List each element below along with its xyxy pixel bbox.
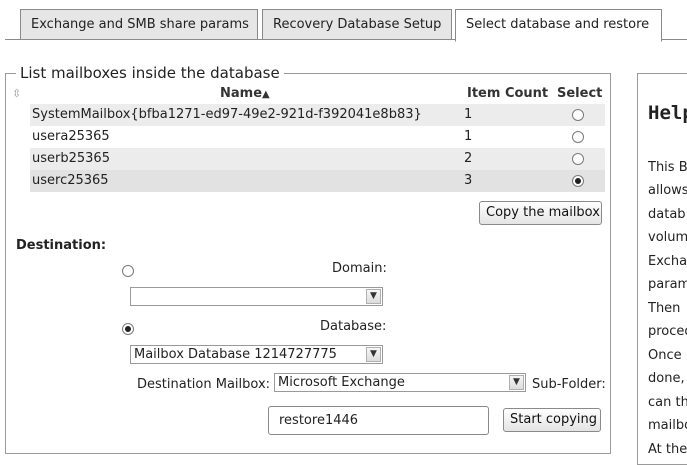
destination-mailbox-label: Destination Mailbox: bbox=[137, 377, 271, 392]
help-text-line: mailbo bbox=[648, 418, 687, 433]
chevron-down-icon: ▼ bbox=[366, 347, 381, 362]
table-row[interactable]: usera25365 1 bbox=[30, 126, 605, 148]
tab-bar: Exchange and SMB share params Recovery D… bbox=[5, 0, 687, 42]
mailbox-item-count: 1 bbox=[464, 129, 473, 144]
domain-label: Domain: bbox=[332, 261, 387, 276]
table-row[interactable]: SystemMailbox{bfba1271-ed97-49e2-921d-f3… bbox=[30, 104, 605, 126]
mailbox-select-radio[interactable] bbox=[572, 131, 584, 143]
chevron-down-icon: ▼ bbox=[366, 289, 381, 304]
copy-mailbox-button[interactable]: Copy the mailbox bbox=[479, 201, 602, 225]
tab-exchange-smb-params[interactable]: Exchange and SMB share params bbox=[20, 9, 258, 40]
table-row[interactable]: userb25365 2 bbox=[30, 148, 605, 170]
mailbox-name: usera25365 bbox=[32, 129, 110, 144]
legend-text: List mailboxes inside the database bbox=[20, 64, 280, 82]
destination-mailbox-select[interactable]: Microsoft Exchange ▼ bbox=[274, 373, 526, 392]
chevron-down-icon: ▼ bbox=[509, 375, 524, 390]
mailbox-select-radio[interactable] bbox=[572, 109, 584, 121]
column-header-name[interactable]: Name▲ bbox=[220, 84, 270, 105]
database-select[interactable]: Mailbox Database 1214727775 ▼ bbox=[130, 345, 383, 364]
subfolder-label: Sub-Folder: bbox=[532, 377, 606, 392]
database-radio[interactable] bbox=[122, 323, 134, 335]
mailbox-fieldset-legend: List mailboxes inside the database bbox=[16, 64, 284, 82]
mailbox-item-count: 1 bbox=[464, 107, 473, 122]
mailbox-table-header: Name▲ Item Count Select bbox=[30, 84, 605, 104]
help-text-line: This B bbox=[648, 160, 687, 175]
help-text-line: allows bbox=[648, 183, 687, 198]
mailbox-name: userc25365 bbox=[32, 173, 109, 188]
mailbox-item-count: 2 bbox=[464, 151, 473, 166]
column-header-select[interactable]: Select bbox=[557, 84, 602, 104]
grid-menu-icon[interactable]: ⇳ bbox=[12, 88, 24, 100]
help-text-line: can th bbox=[648, 395, 687, 410]
mailbox-item-count: 3 bbox=[464, 173, 473, 188]
help-panel: Help This B allows datab volum Excha par… bbox=[637, 73, 687, 465]
destination-label: Destination: bbox=[16, 238, 107, 253]
subfolder-input[interactable]: restore1446 bbox=[268, 406, 489, 435]
domain-select[interactable]: ▼ bbox=[130, 287, 383, 306]
tab-select-database-restore[interactable]: Select database and restore bbox=[455, 9, 662, 42]
database-select-value: Mailbox Database 1214727775 bbox=[134, 347, 337, 362]
help-text-line: volum bbox=[648, 230, 687, 245]
column-name-label: Name bbox=[220, 86, 263, 101]
help-text-line: param bbox=[648, 277, 687, 292]
help-text-line: Then bbox=[648, 301, 681, 316]
help-text-line: Once bbox=[648, 348, 682, 363]
mailbox-name: SystemMailbox{bfba1271-ed97-49e2-921d-f3… bbox=[32, 107, 422, 122]
mailbox-select-radio[interactable] bbox=[572, 153, 584, 165]
mailbox-name: userb25365 bbox=[32, 151, 110, 166]
help-text-line: At the bbox=[648, 442, 687, 457]
help-text-line: proced bbox=[648, 324, 687, 339]
domain-radio[interactable] bbox=[122, 265, 134, 277]
help-title: Help bbox=[648, 102, 687, 124]
column-header-item-count[interactable]: Item Count bbox=[467, 84, 548, 104]
destination-mailbox-value: Microsoft Exchange bbox=[278, 375, 405, 390]
help-text-line: Excha bbox=[648, 254, 687, 269]
database-label: Database: bbox=[320, 319, 387, 334]
mailbox-select-radio[interactable] bbox=[572, 175, 584, 187]
start-copying-button[interactable]: Start copying bbox=[503, 408, 601, 432]
tab-recovery-database-setup[interactable]: Recovery Database Setup bbox=[262, 9, 452, 40]
help-text-line: datab bbox=[648, 207, 686, 222]
sort-ascending-icon: ▲ bbox=[262, 89, 270, 100]
table-row[interactable]: userc25365 3 bbox=[30, 170, 605, 192]
help-text-line: done, bbox=[648, 371, 685, 386]
